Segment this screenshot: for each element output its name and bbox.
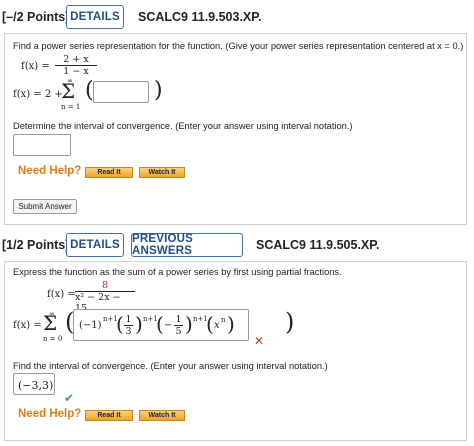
q2-frac2: 1 5: [174, 314, 183, 337]
q1-read-it-button[interactable]: Read It: [85, 167, 133, 178]
q1-interval-prompt: Determine the interval of convergence. (…: [13, 121, 353, 131]
q2-sigma-icon: Σ: [43, 311, 58, 335]
q2-frac2-num: 1: [175, 314, 182, 325]
q2-need-help: Need Help?: [18, 408, 82, 420]
q2-minus-sign: −: [164, 320, 173, 331]
q1-interval-input[interactable]: [13, 134, 71, 156]
q2-term-neg-one: (−1): [79, 320, 102, 331]
q2-wrong-icon: ✕: [254, 334, 265, 348]
q2-x-right-paren: ): [227, 312, 235, 336]
q2-frac1-num: 1: [125, 314, 132, 325]
q2-frac2-right-paren: ): [185, 312, 193, 336]
q2-details-button[interactable]: DETAILS: [66, 233, 124, 257]
q2-previous-answers-button[interactable]: PREVIOUS ANSWERS: [131, 233, 243, 257]
q2-header: [1/2 Points] DETAILS PREVIOUS ANSWERS SC…: [0, 230, 474, 260]
q1-series-input[interactable]: [93, 81, 149, 103]
q2-frac2-left-paren: (: [156, 312, 164, 336]
q2-prompt: Express the function as the sum of a pow…: [13, 267, 342, 277]
q1-series-lhs: f(x) = 2 +: [13, 89, 63, 100]
q2-interval-prompt: Find the interval of convergence. (Enter…: [13, 361, 328, 371]
q2-series-lhs: f(x) =: [13, 320, 42, 331]
q2-frac2-den: 5: [175, 326, 182, 337]
q1-fx-fraction: 2 + x 1 − x: [55, 54, 97, 77]
q2-x-term: x: [214, 320, 220, 331]
q2-interval-input[interactable]: (−3,3): [13, 373, 55, 395]
q2-body: Express the function as the sum of a pow…: [4, 261, 467, 441]
q1-details-button[interactable]: DETAILS: [66, 5, 124, 29]
q1-sum-lower: n = 1: [61, 103, 81, 111]
q2-fx-numerator: 8: [101, 280, 109, 291]
q1-header: [–/2 Points] DETAILS SCALC9 11.9.503.XP.: [0, 3, 474, 33]
q1-fx-label: f(x) =: [21, 61, 50, 72]
q2-frac1: 1 3: [124, 314, 133, 337]
q2-series-answer-box[interactable]: (−1) n+1 ( 1 3 ) n+1 ( − 1 5 ) n+1 ( x n…: [73, 309, 249, 341]
q1-right-paren: ): [154, 78, 163, 103]
q2-right-paren: ): [285, 308, 295, 336]
q2-interval-value: (−3,3): [18, 379, 54, 392]
q1-question-code: SCALC9 11.9.503.XP.: [138, 10, 262, 24]
q1-sigma-icon: Σ: [61, 79, 76, 103]
q2-frac1-left-paren: (: [116, 312, 124, 336]
q2-x-left-paren: (: [206, 312, 214, 336]
q2-exp-x: n: [221, 316, 226, 324]
q1-watch-it-button[interactable]: Watch It: [139, 167, 185, 178]
q2-frac1-den: 3: [125, 326, 132, 337]
q2-correct-icon: ✔: [64, 391, 75, 405]
q2-question-code: SCALC9 11.9.505.XP.: [256, 238, 380, 252]
q1-body: Find a power series representation for t…: [4, 33, 467, 225]
q2-sum-lower: n = 0: [43, 335, 63, 343]
q1-need-help: Need Help?: [18, 165, 82, 177]
q1-prompt: Find a power series representation for t…: [13, 41, 464, 51]
q1-fx-numerator: 2 + x: [63, 54, 89, 65]
q1-submit-button[interactable]: Submit Answer: [13, 199, 77, 214]
q2-read-it-button[interactable]: Read It: [85, 410, 133, 421]
q1-fx-denominator: 1 − x: [63, 66, 89, 77]
q2-frac1-right-paren: ): [135, 312, 143, 336]
q2-points: [1/2 Points]: [2, 238, 70, 252]
q2-watch-it-button[interactable]: Watch It: [139, 410, 185, 421]
q1-points: [–/2 Points]: [2, 10, 70, 24]
q2-fx-label: f(x) =: [47, 289, 76, 300]
